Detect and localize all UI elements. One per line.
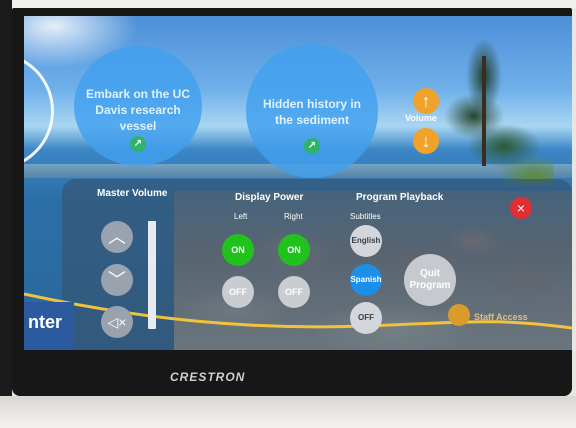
bubble-research-vessel[interactable]: Embark on the UC Davis research vessel ↗ [74, 46, 202, 166]
volume-up-chevron-button[interactable]: ︿ [101, 221, 133, 253]
speaker-mute-icon: ◁× [107, 314, 127, 330]
program-playback-title: Program Playback [356, 192, 444, 203]
staff-access-label: Staff Access [474, 312, 528, 322]
arrow-up-right-icon: ↗ [130, 136, 146, 152]
crestron-brand-logo: CRESTRON [170, 370, 246, 384]
display-right-label: Right [284, 212, 303, 221]
display-power-title: Display Power [235, 192, 304, 203]
wall-background [0, 0, 576, 8]
volume-label: Volume [405, 113, 437, 123]
left-circle-outline [24, 52, 54, 170]
tree-trunk [482, 56, 486, 166]
left-display-on-button[interactable]: ON [222, 234, 254, 266]
bubble-hidden-history-text: Hidden history in the sediment [262, 97, 361, 127]
master-volume-slider[interactable] [148, 221, 156, 329]
staff-access-button[interactable] [448, 304, 470, 326]
left-display-off-button[interactable]: OFF [222, 276, 254, 308]
subtitle-spanish-button[interactable]: Spanish [350, 264, 382, 296]
chevron-up-icon: ︿ [108, 227, 126, 247]
bubble-hidden-history[interactable]: Hidden history in the sediment ↗ [246, 44, 378, 178]
close-panel-button[interactable]: × [510, 197, 532, 219]
volume-down-button[interactable]: ↓ [413, 128, 439, 154]
master-volume-title: Master Volume [97, 188, 168, 199]
crestron-monitor: Embark on the UC Davis research vessel ↗… [12, 8, 572, 396]
left-bezel [0, 0, 12, 400]
subtitle-off-button[interactable]: OFF [350, 302, 382, 334]
subtitles-label: Subtitles [350, 212, 381, 221]
mute-button[interactable]: ◁× [101, 306, 133, 338]
program-logo-text: nter [28, 312, 63, 332]
bubble-research-vessel-text: Embark on the UC Davis research vessel [85, 87, 190, 133]
right-display-on-button[interactable]: ON [278, 234, 310, 266]
volume-down-chevron-button[interactable]: ﹀ [101, 264, 133, 296]
quit-program-button[interactable]: Quit Program [404, 254, 456, 306]
right-display-off-button[interactable]: OFF [278, 276, 310, 308]
chevron-down-icon: ﹀ [108, 270, 126, 290]
display-left-label: Left [234, 212, 248, 221]
floor-foreground [0, 396, 576, 428]
volume-up-button[interactable]: ↑ [413, 88, 439, 114]
close-x-icon: × [516, 200, 526, 216]
arrow-up-right-icon: ↗ [304, 138, 320, 154]
subtitle-english-button[interactable]: English [350, 225, 382, 257]
touch-screen: Embark on the UC Davis research vessel ↗… [24, 16, 572, 350]
